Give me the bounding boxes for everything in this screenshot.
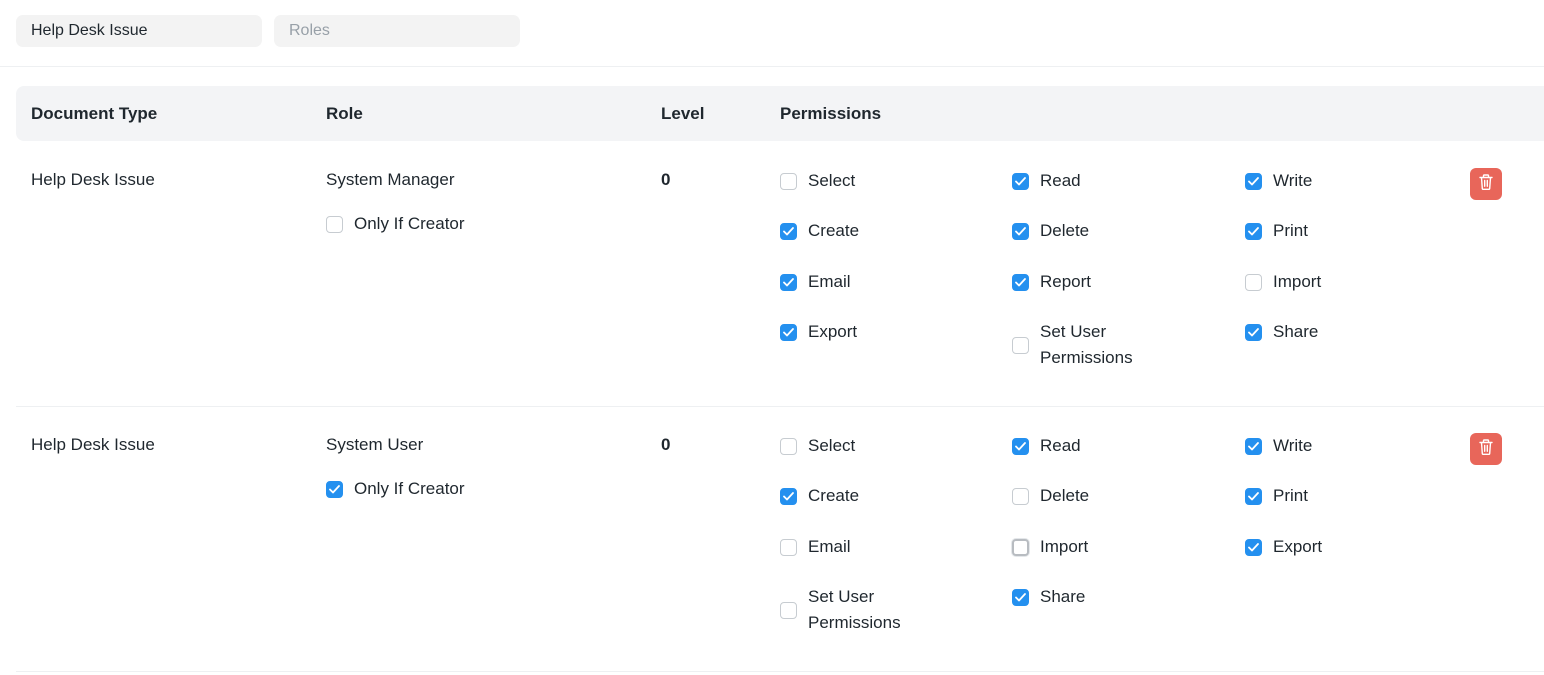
document-type-filter[interactable]: Help Desk Issue (16, 15, 262, 47)
checkbox-box[interactable] (326, 215, 343, 233)
checkbox-box[interactable] (780, 601, 797, 619)
checkbox-box[interactable] (1012, 172, 1029, 190)
only-if-creator-checkbox[interactable]: Only If Creator (326, 211, 465, 237)
checkbox-box[interactable] (1245, 323, 1262, 341)
header-permissions: Permissions (780, 104, 882, 123)
table-header: Document Type Role Level Permissions (16, 86, 1544, 141)
header-document-type: Document Type (31, 104, 158, 123)
permission-checkbox-share[interactable]: Share (1012, 584, 1085, 610)
permission-checkbox-print[interactable]: Print (1245, 218, 1308, 244)
permission-checkbox-delete[interactable]: Delete (1012, 483, 1089, 509)
permission-label: Share (1040, 587, 1086, 606)
permission-checkbox-write[interactable]: Write (1245, 168, 1312, 194)
trash-icon (1478, 438, 1494, 461)
permission-checkbox-write[interactable]: Write (1245, 433, 1312, 459)
permission-checkbox-select[interactable]: Select (780, 168, 855, 194)
only-if-creator-label: Only If Creator (354, 479, 465, 498)
checkbox-box[interactable] (780, 487, 797, 505)
checkbox-box[interactable] (780, 172, 797, 190)
checkbox-box[interactable] (780, 538, 797, 556)
permission-label: Email (808, 272, 851, 291)
permission-label: Set User Permissions (808, 587, 901, 632)
checkbox-box[interactable] (1245, 487, 1262, 505)
permission-label: Report (1040, 272, 1092, 291)
checkbox-box[interactable] (1245, 222, 1262, 240)
permission-label: Import (1040, 537, 1089, 556)
divider (0, 66, 1544, 67)
permission-label: Write (1273, 436, 1313, 455)
permission-label: Delete (1040, 221, 1090, 240)
permission-checkbox-select[interactable]: Select (780, 433, 855, 459)
permission-label: Select (808, 436, 856, 455)
row-divider (16, 671, 1544, 672)
permission-checkbox-read[interactable]: Read (1012, 168, 1081, 194)
role-filter[interactable]: Roles (274, 15, 520, 47)
checkbox-box[interactable] (780, 273, 797, 291)
permission-checkbox-set-user-permissions[interactable]: Set User Permissions (1012, 319, 1133, 371)
checkbox-box[interactable] (780, 323, 797, 341)
checkbox-box[interactable] (1012, 437, 1029, 455)
permission-checkbox-create[interactable]: Create (780, 483, 859, 509)
checkbox-box[interactable] (780, 222, 797, 240)
checkbox-box[interactable] (1245, 172, 1262, 190)
row-divider (16, 406, 1544, 407)
only-if-creator-checkbox[interactable]: Only If Creator (326, 476, 465, 502)
permission-label: Export (808, 322, 858, 341)
permission-checkbox-email[interactable]: Email (780, 269, 851, 295)
document-type-cell: Help Desk Issue (31, 170, 155, 189)
permission-checkbox-report[interactable]: Report (1012, 269, 1091, 295)
permission-checkbox-read[interactable]: Read (1012, 433, 1081, 459)
permission-row: Help Desk Issue System Manager Only If Cre… (16, 168, 1544, 398)
permission-label: Read (1040, 171, 1081, 190)
permission-checkbox-email[interactable]: Email (780, 534, 851, 560)
permission-label: Create (808, 486, 860, 505)
permission-checkbox-export[interactable]: Export (780, 319, 857, 345)
permission-row: Help Desk Issue System User Only If Creato… (16, 433, 1544, 663)
delete-row-button[interactable] (1470, 168, 1502, 200)
permission-label: Read (1040, 436, 1081, 455)
checkbox-box[interactable] (1012, 336, 1029, 354)
permission-label: Email (808, 537, 851, 556)
header-role: Role (326, 104, 363, 123)
delete-row-button[interactable] (1470, 433, 1502, 465)
permission-checkbox-delete[interactable]: Delete (1012, 218, 1089, 244)
permission-label: Print (1273, 486, 1308, 505)
trash-icon (1478, 173, 1494, 196)
permission-checkbox-share[interactable]: Share (1245, 319, 1318, 345)
permission-checkbox-set-user-permissions[interactable]: Set User Permissions (780, 584, 901, 636)
permission-checkbox-create[interactable]: Create (780, 218, 859, 244)
header-level: Level (661, 104, 705, 123)
permission-checkbox-export[interactable]: Export (1245, 534, 1322, 560)
role-cell: System User (326, 435, 424, 454)
level-cell: 0 (661, 170, 671, 189)
permission-label: Create (808, 221, 860, 240)
checkbox-box[interactable] (326, 480, 343, 498)
checkbox-box[interactable] (1245, 437, 1262, 455)
checkbox-box[interactable] (780, 437, 797, 455)
permission-label: Delete (1040, 486, 1090, 505)
permission-label: Write (1273, 171, 1313, 190)
checkbox-box[interactable] (1012, 538, 1029, 556)
checkbox-box[interactable] (1012, 273, 1029, 291)
permission-label: Import (1273, 272, 1322, 291)
checkbox-box[interactable] (1245, 273, 1262, 291)
role-cell: System Manager (326, 170, 455, 189)
level-cell: 0 (661, 435, 671, 454)
checkbox-box[interactable] (1012, 222, 1029, 240)
permission-label: Print (1273, 221, 1308, 240)
permission-label: Select (808, 171, 856, 190)
permission-checkbox-import[interactable]: Import (1012, 534, 1088, 560)
permission-checkbox-print[interactable]: Print (1245, 483, 1308, 509)
permission-label: Export (1273, 537, 1323, 556)
checkbox-box[interactable] (1245, 538, 1262, 556)
only-if-creator-label: Only If Creator (354, 214, 465, 233)
document-type-cell: Help Desk Issue (31, 435, 155, 454)
permission-checkbox-import[interactable]: Import (1245, 269, 1321, 295)
checkbox-box[interactable] (1012, 588, 1029, 606)
checkbox-box[interactable] (1012, 487, 1029, 505)
permission-label: Share (1273, 322, 1319, 341)
permission-label: Set User Permissions (1040, 322, 1133, 367)
